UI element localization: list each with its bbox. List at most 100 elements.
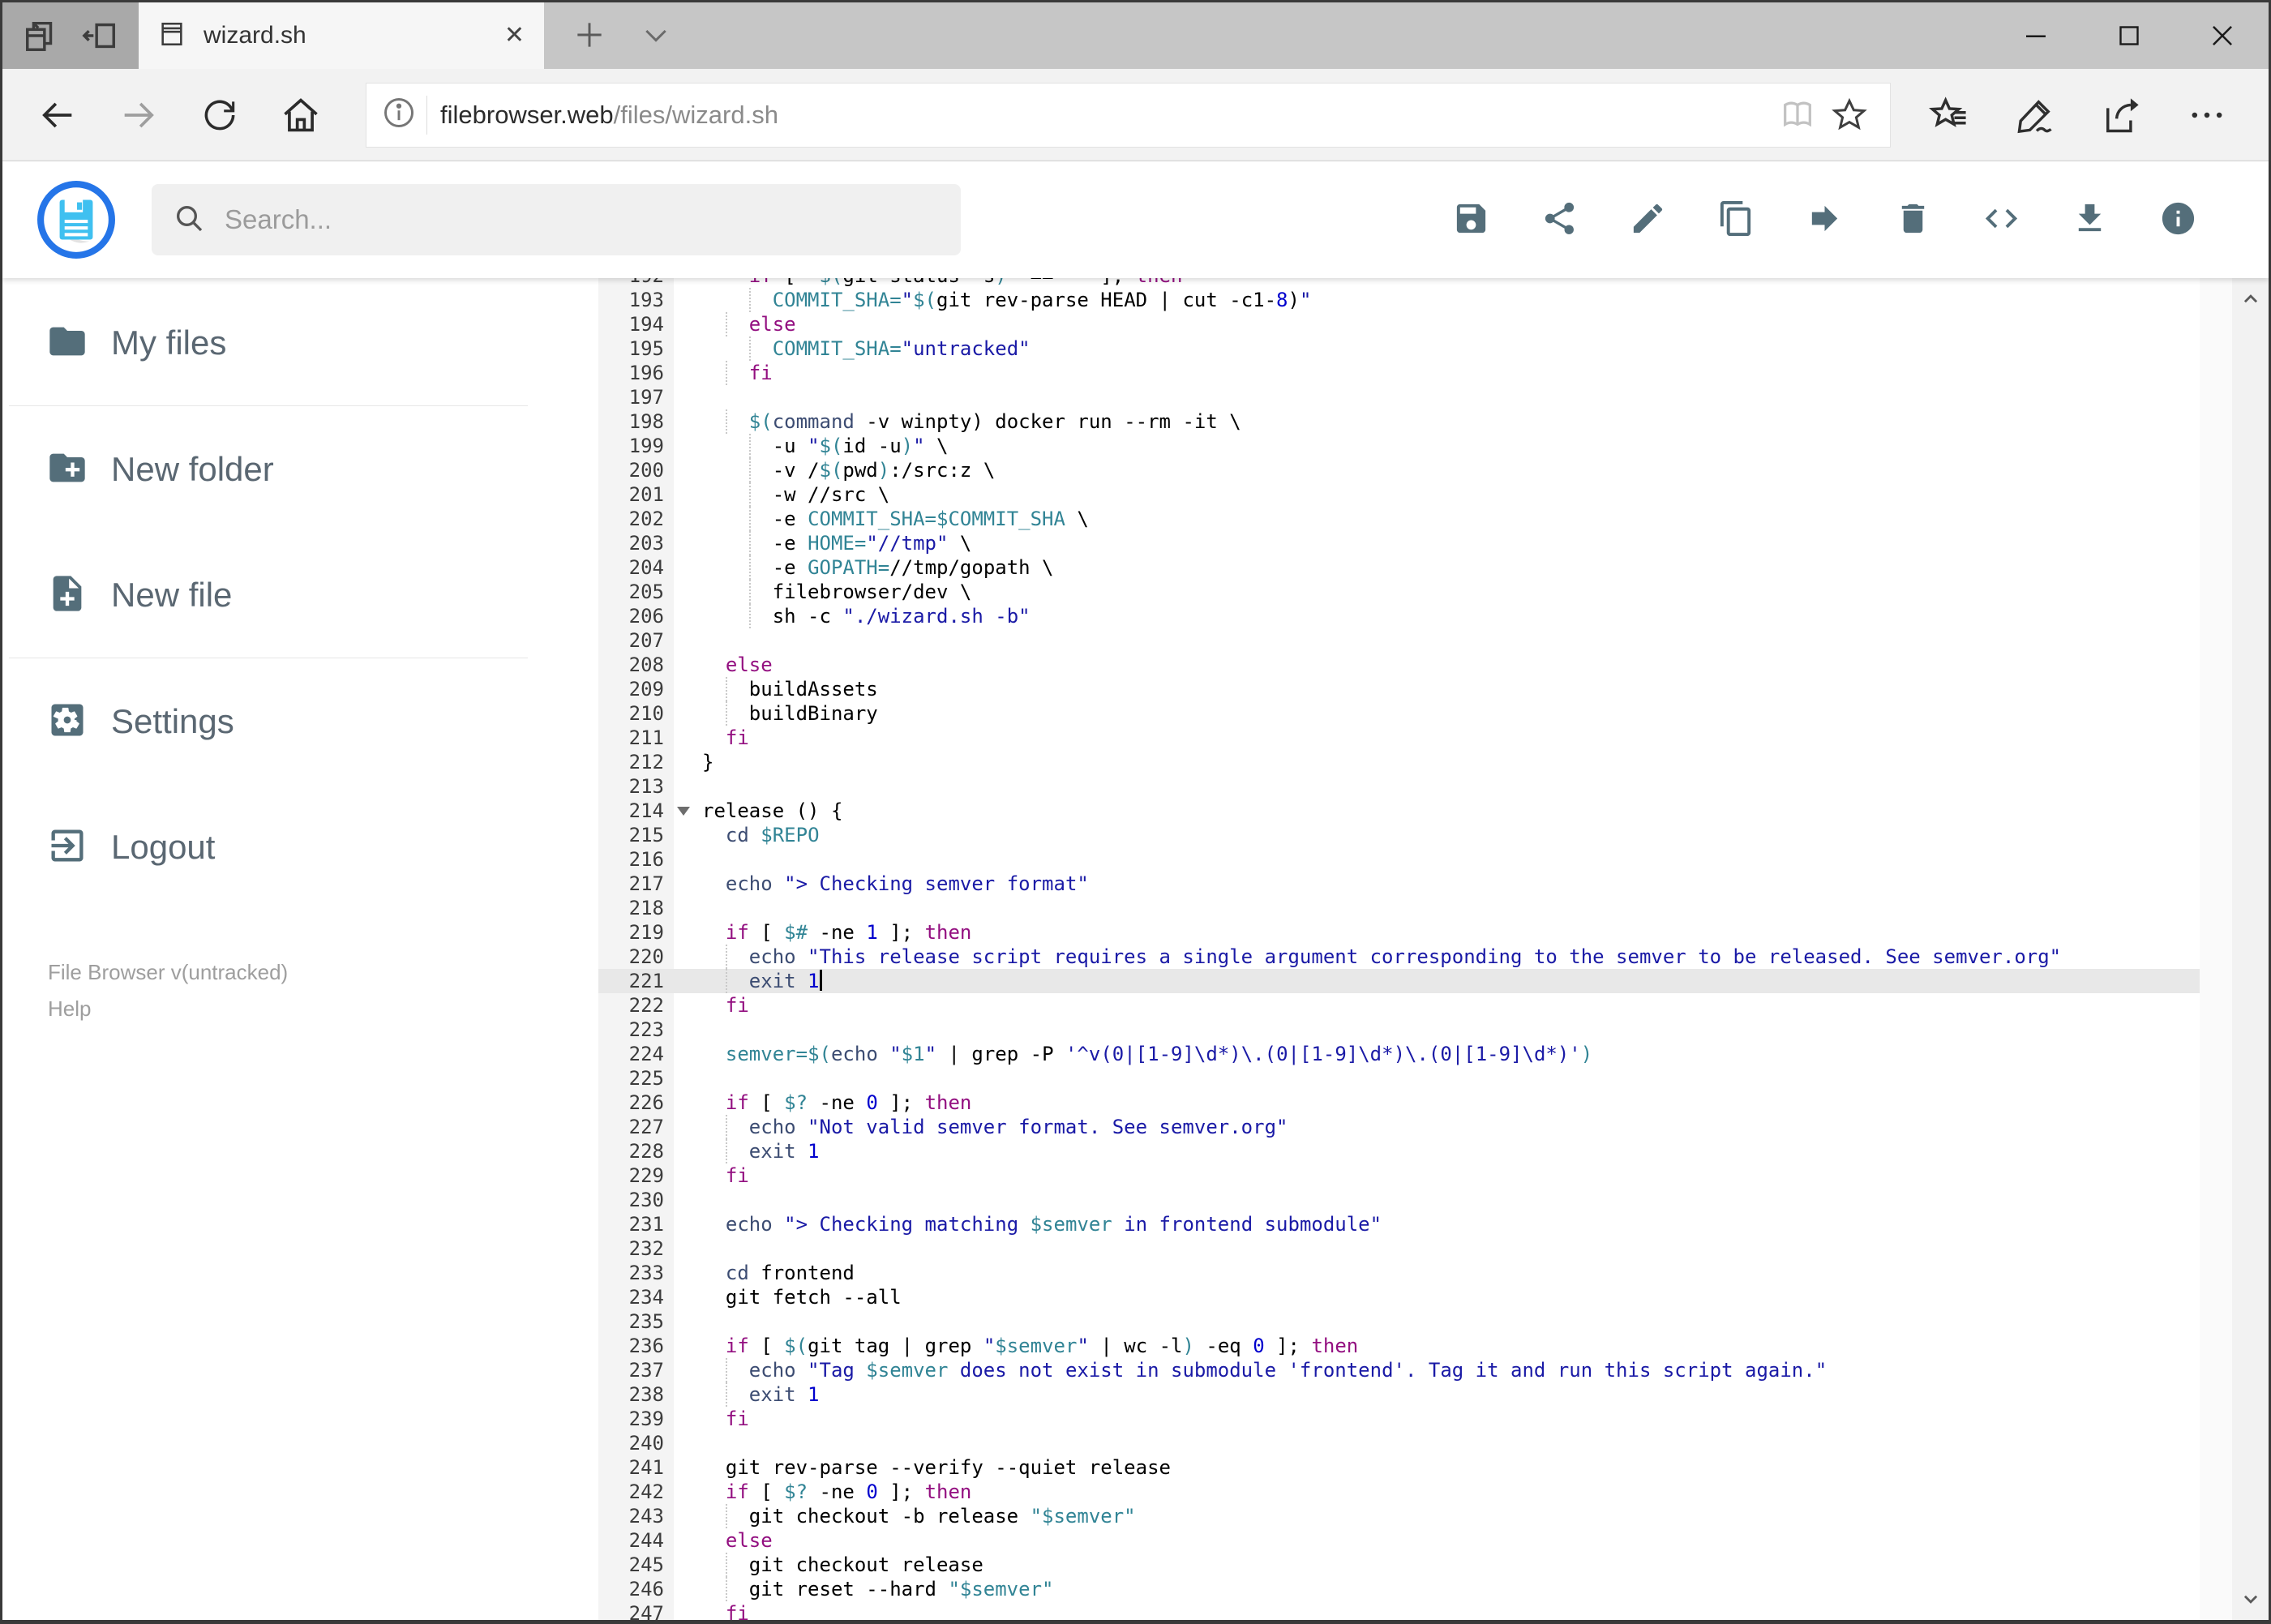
delete-button[interactable] — [1894, 201, 1932, 239]
code-line[interactable]: 244 else — [598, 1528, 2200, 1553]
page-scrollbar[interactable] — [2232, 278, 2269, 1620]
window-minimize-button[interactable] — [1989, 2, 2082, 69]
code-line[interactable]: 238 exit 1 — [598, 1382, 2200, 1407]
code-line[interactable]: 196 fi — [598, 361, 2200, 385]
scroll-up-button[interactable] — [2232, 285, 2269, 312]
code-button[interactable] — [1982, 201, 2020, 239]
code-line[interactable]: 247 fi — [598, 1601, 2200, 1620]
code-line[interactable]: 197 — [598, 385, 2200, 409]
code-line[interactable]: 194 else — [598, 312, 2200, 336]
sidebar-item-new-folder[interactable]: New folder — [2, 406, 598, 532]
download-button[interactable] — [2071, 201, 2109, 239]
code-line[interactable]: 220 echo "This release script requires a… — [598, 945, 2200, 969]
code-line[interactable]: 211 fi — [598, 726, 2200, 750]
move-button[interactable] — [1806, 201, 1844, 239]
code-line[interactable]: 216 — [598, 847, 2200, 872]
code-line[interactable]: 212} — [598, 750, 2200, 774]
reading-view-icon[interactable] — [1772, 89, 1823, 141]
refresh-button[interactable] — [182, 78, 257, 152]
search-input[interactable] — [225, 204, 940, 235]
code-line[interactable]: 221 exit 1 — [598, 969, 2200, 993]
code-line[interactable]: 195 COMMIT_SHA="untracked" — [598, 336, 2200, 361]
url-text[interactable]: filebrowser.web/files/wizard.sh — [440, 101, 1772, 130]
sidebar-item-logout[interactable]: Logout — [2, 784, 598, 910]
search-box[interactable] — [152, 184, 961, 255]
window-close-button[interactable] — [2175, 2, 2269, 69]
code-line[interactable]: 192 if [ "$(git status -s)" == "" ]; the… — [598, 278, 2200, 288]
code-line[interactable]: 240 — [598, 1431, 2200, 1455]
code-line[interactable]: 203 -e HOME="//tmp" \ — [598, 531, 2200, 555]
code-line[interactable]: 214 release () { — [598, 799, 2200, 823]
help-link[interactable]: Help — [48, 991, 598, 1027]
code-line[interactable]: 210 buildBinary — [598, 701, 2200, 726]
scroll-down-button[interactable] — [2232, 1586, 2269, 1613]
code-line[interactable]: 205 filebrowser/dev \ — [598, 580, 2200, 604]
share-button[interactable] — [2084, 78, 2158, 152]
code-line[interactable]: 199 -u "$(id -u)" \ — [598, 434, 2200, 458]
code-line[interactable]: 242 if [ $? -ne 0 ]; then — [598, 1480, 2200, 1504]
code-line[interactable]: 193 COMMIT_SHA="$(git rev-parse HEAD | c… — [598, 288, 2200, 312]
tab-close-button[interactable]: ✕ — [504, 24, 525, 48]
code-line[interactable]: 233 cd frontend — [598, 1261, 2200, 1285]
code-line[interactable]: 226 if [ $? -ne 0 ]; then — [598, 1091, 2200, 1115]
code-line[interactable]: 232 — [598, 1236, 2200, 1261]
code-line[interactable]: 206 sh -c "./wizard.sh -b" — [598, 604, 2200, 628]
annotate-pen-button[interactable] — [1998, 78, 2072, 152]
code-line[interactable]: 209 buildAssets — [598, 677, 2200, 701]
editor-scrollbar[interactable] — [2200, 278, 2232, 1620]
share-button[interactable] — [1540, 201, 1579, 239]
back-button[interactable] — [20, 78, 95, 152]
site-info-icon[interactable] — [381, 95, 417, 135]
favorite-star-button[interactable] — [1823, 89, 1875, 141]
code-line[interactable]: 218 — [598, 896, 2200, 920]
code-line[interactable]: 224 semver=$(echo "$1" | grep -P '^v(0|[… — [598, 1042, 2200, 1066]
code-editor[interactable]: 192 if [ "$(git status -s)" == "" ]; the… — [598, 278, 2200, 1620]
tab[interactable]: wizard.sh ✕ — [139, 2, 544, 69]
code-line[interactable]: 207 — [598, 628, 2200, 653]
code-line[interactable]: 229 fi — [598, 1163, 2200, 1188]
code-line[interactable]: 241 git rev-parse --verify --quiet relea… — [598, 1455, 2200, 1480]
home-button[interactable] — [264, 78, 338, 152]
window-maximize-button[interactable] — [2082, 2, 2175, 69]
code-line[interactable]: 239 fi — [598, 1407, 2200, 1431]
code-line[interactable]: 215 cd $REPO — [598, 823, 2200, 847]
info-button[interactable] — [2159, 201, 2197, 239]
code-line[interactable]: 243 git checkout -b release "$semver" — [598, 1504, 2200, 1528]
code-line[interactable]: 227 echo "Not valid semver format. See s… — [598, 1115, 2200, 1139]
set-tabs-aside-icon[interactable] — [81, 17, 118, 54]
code-line[interactable]: 222 fi — [598, 993, 2200, 1018]
save-button[interactable] — [1452, 201, 1490, 239]
code-line[interactable]: 236 if [ $(git tag | grep "$semver" | wc… — [598, 1334, 2200, 1358]
code-line[interactable]: 198 $(command -v winpty) docker run --rm… — [598, 409, 2200, 434]
code-line[interactable]: 234 git fetch --all — [598, 1285, 2200, 1309]
more-options-button[interactable] — [2170, 78, 2244, 152]
forward-button[interactable] — [101, 78, 176, 152]
code-line[interactable]: 201 -w //src \ — [598, 482, 2200, 507]
code-line[interactable]: 202 -e COMMIT_SHA=$COMMIT_SHA \ — [598, 507, 2200, 531]
sidebar-item-new-file[interactable]: New file — [2, 532, 598, 658]
code-line[interactable]: 219 if [ $# -ne 1 ]; then — [598, 920, 2200, 945]
code-line[interactable]: 230 — [598, 1188, 2200, 1212]
code-line[interactable]: 213 — [598, 774, 2200, 799]
code-line[interactable]: 223 — [598, 1018, 2200, 1042]
copy-button[interactable] — [1717, 200, 1755, 239]
new-tab-button[interactable] — [572, 17, 607, 55]
code-line[interactable]: 246 git reset --hard "$semver" — [598, 1577, 2200, 1601]
code-line[interactable]: 200 -v /$(pwd):/src:z \ — [598, 458, 2200, 482]
code-line[interactable]: 235 — [598, 1309, 2200, 1334]
hub-favorites-button[interactable] — [1912, 78, 1986, 152]
code-line[interactable]: 204 -e GOPATH=//tmp/gopath \ — [598, 555, 2200, 580]
code-line[interactable]: 237 echo "Tag $semver does not exist in … — [598, 1358, 2200, 1382]
tab-list-dropdown-button[interactable] — [640, 19, 672, 54]
code-line[interactable]: 231 echo "> Checking matching $semver in… — [598, 1212, 2200, 1236]
edit-button[interactable] — [1629, 201, 1667, 239]
url-bar[interactable]: filebrowser.web/files/wizard.sh — [366, 82, 1891, 148]
code-line[interactable]: 228 exit 1 — [598, 1139, 2200, 1163]
sidebar-item-settings[interactable]: Settings — [2, 658, 598, 784]
code-line[interactable]: 217 echo "> Checking semver format" — [598, 872, 2200, 896]
sidebar-item-my-files[interactable]: My files — [2, 280, 598, 405]
code-line[interactable]: 245 git checkout release — [598, 1553, 2200, 1577]
code-line[interactable]: 208 else — [598, 653, 2200, 677]
tab-preview-icon[interactable] — [23, 17, 60, 54]
code-line[interactable]: 225 — [598, 1066, 2200, 1091]
